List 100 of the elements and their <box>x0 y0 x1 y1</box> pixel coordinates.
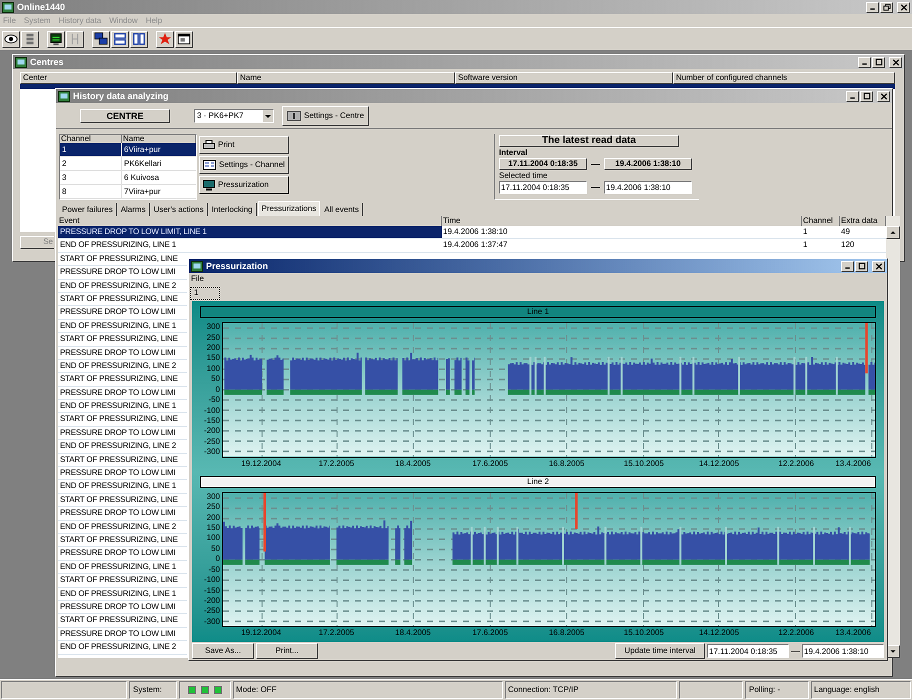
minimize-button[interactable] <box>858 56 871 68</box>
event-row[interactable]: PRESSURE DROP TO LOW LIMI <box>58 547 187 561</box>
close-button[interactable] <box>889 56 902 68</box>
event-row[interactable]: END OF PRESSURIZING, LINE 2 <box>58 520 187 534</box>
connection-status: Connection: TCP/IP <box>508 684 579 696</box>
event-row[interactable]: START OF PRESSURIZING, LINE <box>58 413 187 427</box>
maximize-button[interactable] <box>872 56 885 68</box>
interval-start: 17.11.2004 0:18:35 <box>499 158 587 170</box>
column-header[interactable]: Number of configured channels <box>673 72 895 84</box>
update-interval-button[interactable]: Update time interval <box>615 643 705 659</box>
column-header[interactable]: Name <box>237 72 455 84</box>
event-row[interactable]: PRESSURE DROP TO LOW LIMI <box>58 426 187 440</box>
event-row[interactable]: PRESSURE DROP TO LOW LIMI <box>58 467 187 480</box>
x-tick-label: 15.10.2005 <box>624 460 664 468</box>
maximize-button[interactable] <box>860 90 873 102</box>
channel-row[interactable]: 2 PK6Kellari <box>60 157 196 171</box>
event-row[interactable]: START OF PRESSURIZING, LINE <box>58 292 187 306</box>
event-row[interactable]: END OF PRESSURIZING, LINE 1 <box>58 560 187 574</box>
event-row[interactable]: PRESSURE DROP TO LOW LIMI <box>58 628 187 642</box>
event-row[interactable]: START OF PRESSURIZING, LINE <box>58 373 187 387</box>
minimize-button[interactable] <box>841 260 854 272</box>
event-row[interactable]: PRESSURE DROP TO LOW LIMI <box>58 600 187 614</box>
toolbar-button[interactable] <box>47 30 65 48</box>
app-icon <box>2 2 14 12</box>
end-time-field[interactable]: 19.4.2006 1:38:10 <box>604 181 692 194</box>
close-button[interactable] <box>877 90 890 102</box>
menu-item[interactable]: File <box>191 275 204 283</box>
y-tick-label: 50 <box>211 375 220 384</box>
maximize-button[interactable] <box>855 260 868 272</box>
event-row[interactable]: START OF PRESSURIZING, LINE <box>58 252 187 266</box>
toolbar-button[interactable] <box>92 30 110 48</box>
pressure-spike-bar <box>575 492 578 528</box>
column-header[interactable]: Center <box>20 72 237 84</box>
table-cell-text: 7Viira+pur <box>123 186 162 198</box>
event-row[interactable]: START OF PRESSURIZING, LINE <box>58 574 187 588</box>
action-button[interactable]: Settings - Channel <box>199 156 289 174</box>
y-tick-label: -300 <box>204 448 220 456</box>
toolbar-button[interactable] <box>156 30 174 48</box>
monitor-icon <box>49 32 63 46</box>
y-tick-label: -150 <box>204 417 220 425</box>
channel-row[interactable]: 1 6Viira+pur <box>60 143 196 157</box>
event-row[interactable]: END OF PRESSURIZING, LINE 1 <box>58 320 187 334</box>
restore-button[interactable] <box>880 2 893 12</box>
close-button[interactable] <box>872 260 885 272</box>
toolbar-button[interactable] <box>2 30 20 48</box>
event-row[interactable]: END OF PRESSURIZING, LINE 2 <box>58 641 187 654</box>
column-header[interactable]: Software version <box>455 72 673 84</box>
y-tick-label: 50 <box>211 544 220 553</box>
app-icon <box>58 90 70 102</box>
event-row[interactable]: START OF PRESSURIZING, LINE <box>58 494 187 508</box>
dialog-button[interactable]: Print... <box>256 643 318 659</box>
minimize-button[interactable] <box>866 2 879 12</box>
event-row[interactable]: START OF PRESSURIZING, LINE <box>58 454 187 468</box>
event-row[interactable]: PRESSURE DROP TO LOW LIMI <box>58 306 187 320</box>
tab[interactable]: 1 <box>190 286 220 300</box>
event-row[interactable]: START OF PRESSURIZING, LINE <box>58 614 187 628</box>
minimize-button[interactable] <box>846 90 859 102</box>
event-row[interactable]: END OF PRESSURIZING, LINE 1 19.4.2006 1:37:47 1 120 <box>58 239 886 253</box>
tab[interactable]: Pressurizations <box>258 201 320 216</box>
event-row[interactable]: END OF PRESSURIZING, LINE 1 <box>58 480 187 494</box>
close-button[interactable] <box>897 2 910 12</box>
centre-dropdown[interactable]: 3 · PK6+PK7 <box>194 108 274 122</box>
toolbar-button[interactable] <box>130 30 148 48</box>
table-cell: 19.4.2006 1:38:10 <box>442 226 802 238</box>
start-time-field[interactable]: 17.11.2004 0:18:35 <box>707 644 789 658</box>
channel-row[interactable]: 8 7Viira+pur <box>60 185 196 199</box>
event-row[interactable]: END OF PRESSURIZING, LINE 1 <box>58 588 187 601</box>
toolbar-button[interactable] <box>21 30 39 48</box>
dialog-button[interactable]: Save As... <box>192 643 254 659</box>
event-row[interactable]: END OF PRESSURIZING, LINE 1 <box>58 400 187 414</box>
event-row[interactable]: PRESSURE DROP TO LOW LIMI <box>58 266 187 280</box>
printer-icon <box>203 140 215 150</box>
event-row[interactable]: END OF PRESSURIZING, LINE 2 <box>58 440 187 454</box>
polling-status: Polling: - <box>749 684 780 696</box>
event-row[interactable]: PRESSURE DROP TO LOW LIMIT, LINE 1 19.4.2006 1:38:10 1 49 <box>58 226 886 240</box>
end-time-field[interactable]: 19.4.2006 1:38:10 <box>802 644 884 658</box>
y-tick-label: -50 <box>208 566 220 574</box>
toolbar-button[interactable] <box>66 30 84 48</box>
event-row[interactable]: PRESSURE DROP TO LOW LIMI <box>58 386 187 400</box>
toolbar-button[interactable] <box>175 30 193 48</box>
scroll-up-icon <box>886 226 900 239</box>
action-button[interactable]: Print <box>199 136 289 154</box>
event-row[interactable]: PRESSURE DROP TO LOW LIMI <box>58 346 187 360</box>
event-row[interactable]: END OF PRESSURIZING, LINE 2 <box>58 280 187 293</box>
column-header[interactable]: Channel <box>60 135 122 143</box>
table-cell-text: END OF PRESSURIZING, LINE 2 <box>59 440 177 452</box>
event-row[interactable]: START OF PRESSURIZING, LINE <box>58 534 187 548</box>
channel-row[interactable]: 3 6 Kuivosa <box>60 171 196 185</box>
settings-centre-button[interactable]: Settings - Centre <box>282 106 370 126</box>
event-row[interactable]: PRESSURE DROP TO LOW LIMI <box>58 507 187 521</box>
event-row[interactable]: START OF PRESSURIZING, LINE <box>58 333 187 347</box>
column-header[interactable]: Name <box>122 135 196 143</box>
action-button[interactable]: Pressurization <box>199 176 289 194</box>
toolbar-button[interactable] <box>111 30 129 48</box>
table-cell-text: PRESSURE DROP TO LOW LIMI <box>59 600 176 613</box>
start-time-field[interactable]: 17.11.2004 0:18:35 <box>499 181 587 194</box>
table-cell-text: END OF PRESSURIZING, LINE 1 <box>59 560 177 573</box>
event-row[interactable]: END OF PRESSURIZING, LINE 2 <box>58 360 187 374</box>
table-cell: 3 <box>60 171 122 184</box>
table-cell: 8 <box>60 185 122 198</box>
